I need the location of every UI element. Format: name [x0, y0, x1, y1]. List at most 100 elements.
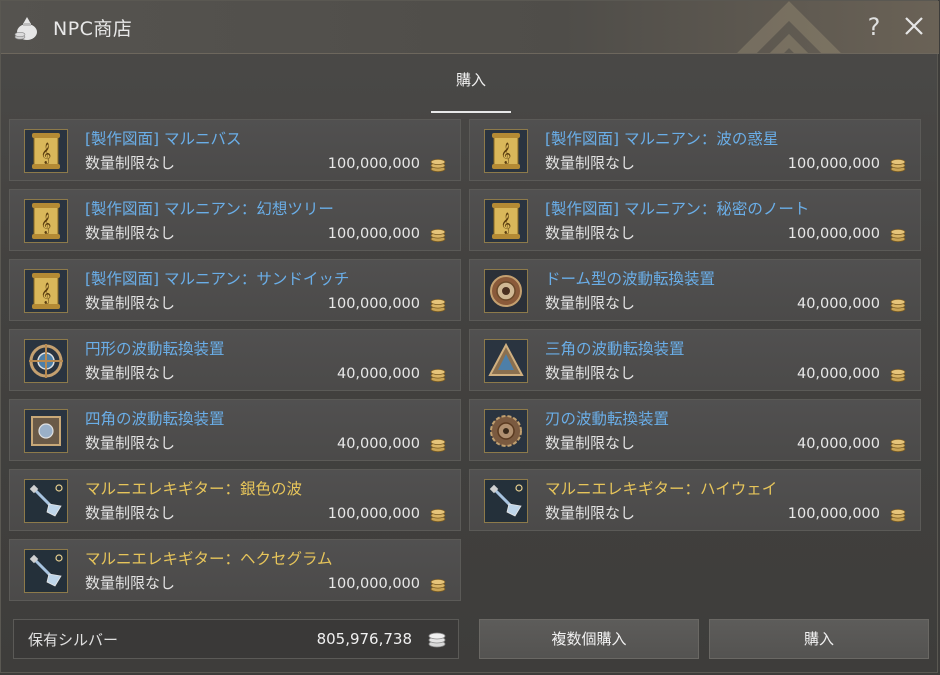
- coin-icon: [890, 369, 906, 382]
- coin-icon: [430, 299, 446, 312]
- item-name: [製作図面] マルニアン：サンドイッチ: [85, 270, 350, 288]
- shop-item[interactable]: 𝄞 [製作図面] マルニバス 数量制限なし 100,000,000: [9, 119, 461, 181]
- item-price: 100,000,000: [327, 506, 420, 522]
- item-price: 100,000,000: [787, 156, 880, 172]
- guitar-icon: [25, 550, 67, 592]
- shop-item[interactable]: マルニエレキギター：ハイウェイ 数量制限なし 100,000,000: [469, 469, 921, 531]
- item-price: 40,000,000: [336, 436, 420, 452]
- title-bar[interactable]: NPC商店 ?: [1, 1, 939, 54]
- dome-device-icon: [485, 270, 527, 312]
- shop-item[interactable]: マルニエレキギター：ヘクセグラム 数量制限なし 100,000,000: [9, 539, 461, 601]
- item-icon-frame: [24, 339, 68, 383]
- item-name: マルニエレキギター：ヘクセグラム: [85, 550, 333, 568]
- item-quantity-limit: 数量制限なし: [545, 294, 636, 312]
- close-icon[interactable]: [901, 13, 927, 39]
- shop-item[interactable]: マルニエレキギター：銀色の波 数量制限なし 100,000,000: [9, 469, 461, 531]
- shop-item[interactable]: 三角の波動転換装置 数量制限なし 40,000,000: [469, 329, 921, 391]
- coin-icon: [430, 579, 446, 592]
- square-device-icon: [25, 410, 67, 452]
- item-price: 100,000,000: [787, 226, 880, 242]
- shop-item[interactable]: 𝄞 [製作図面] マルニアン：秘密のノート 数量制限なし 100,000,000: [469, 189, 921, 251]
- item-name: [製作図面] マルニバス: [85, 130, 242, 148]
- item-icon-frame: 𝄞: [24, 129, 68, 173]
- item-quantity-limit: 数量制限なし: [545, 364, 636, 382]
- triangle-device-icon: [485, 340, 527, 382]
- item-icon-frame: 𝄞: [24, 269, 68, 313]
- silver-coin-icon: [428, 632, 446, 648]
- item-icon-frame: 𝄞: [484, 199, 528, 243]
- item-name: [製作図面] マルニアン：秘密のノート: [545, 200, 810, 218]
- guitar-icon: [25, 480, 67, 522]
- item-quantity-limit: 数量制限なし: [85, 224, 176, 242]
- shop-item[interactable]: 𝄞 [製作図面] マルニアン：幻想ツリー 数量制限なし 100,000,000: [9, 189, 461, 251]
- svg-text:𝄞: 𝄞: [501, 143, 512, 164]
- guitar-icon: [485, 480, 527, 522]
- svg-text:𝄞: 𝄞: [41, 213, 52, 234]
- blade-device-icon: [485, 410, 527, 452]
- shop-item[interactable]: 円形の波動転換装置 数量制限なし 40,000,000: [9, 329, 461, 391]
- scroll-icon: 𝄞: [25, 200, 67, 242]
- coin-icon: [890, 509, 906, 522]
- buy-button[interactable]: 購入: [709, 619, 929, 659]
- item-icon-frame: [484, 479, 528, 523]
- shop-item[interactable]: 刃の波動転換装置 数量制限なし 40,000,000: [469, 399, 921, 461]
- svg-text:𝄞: 𝄞: [501, 213, 512, 234]
- item-name: ドーム型の波動転換装置: [545, 270, 716, 288]
- money-bag-icon: [14, 17, 37, 40]
- active-tab-indicator: [431, 111, 511, 113]
- coin-icon: [430, 369, 446, 382]
- item-icon-frame: 𝄞: [24, 199, 68, 243]
- item-price: 40,000,000: [796, 296, 880, 312]
- item-icon-frame: [484, 269, 528, 313]
- bulk-buy-button[interactable]: 複数個購入: [479, 619, 699, 659]
- coin-icon: [430, 439, 446, 452]
- silver-label: 保有シルバー: [28, 631, 119, 649]
- coin-icon: [890, 229, 906, 242]
- tab-buy[interactable]: 購入: [431, 69, 511, 90]
- item-price: 100,000,000: [787, 506, 880, 522]
- item-price: 100,000,000: [327, 296, 420, 312]
- shop-item[interactable]: ドーム型の波動転換装置 数量制限なし 40,000,000: [469, 259, 921, 321]
- item-name: 刃の波動転換装置: [545, 410, 670, 428]
- item-icon-frame: 𝄞: [484, 129, 528, 173]
- item-price: 100,000,000: [327, 156, 420, 172]
- item-quantity-limit: 数量制限なし: [85, 364, 176, 382]
- item-name: マルニエレキギター：銀色の波: [85, 480, 303, 498]
- shop-item[interactable]: 𝄞 [製作図面] マルニアン：サンドイッチ 数量制限なし 100,000,000: [9, 259, 461, 321]
- item-quantity-limit: 数量制限なし: [85, 504, 176, 522]
- scroll-icon: 𝄞: [485, 130, 527, 172]
- item-quantity-limit: 数量制限なし: [85, 294, 176, 312]
- coin-icon: [430, 159, 446, 172]
- item-price: 100,000,000: [327, 226, 420, 242]
- item-name: マルニエレキギター：ハイウェイ: [545, 480, 778, 498]
- coin-icon: [890, 299, 906, 312]
- coin-icon: [430, 229, 446, 242]
- shop-item[interactable]: 四角の波動転換装置 数量制限なし 40,000,000: [9, 399, 461, 461]
- item-icon-frame: [24, 549, 68, 593]
- scroll-icon: 𝄞: [25, 270, 67, 312]
- coin-icon: [430, 509, 446, 522]
- item-quantity-limit: 数量制限なし: [545, 434, 636, 452]
- item-quantity-limit: 数量制限なし: [85, 154, 176, 172]
- title-decoration: [737, 1, 841, 53]
- item-name: 三角の波動転換装置: [545, 340, 685, 358]
- item-price: 40,000,000: [336, 366, 420, 382]
- circle-device-icon: [25, 340, 67, 382]
- item-name: [製作図面] マルニアン：幻想ツリー: [85, 200, 334, 218]
- shop-item[interactable]: 𝄞 [製作図面] マルニアン：波の惑星 数量制限なし 100,000,000: [469, 119, 921, 181]
- coin-icon: [890, 439, 906, 452]
- scroll-icon: 𝄞: [25, 130, 67, 172]
- svg-text:𝄞: 𝄞: [41, 143, 52, 164]
- item-quantity-limit: 数量制限なし: [85, 434, 176, 452]
- item-quantity-limit: 数量制限なし: [545, 154, 636, 172]
- silver-balance-box: 保有シルバー 805,976,738: [13, 619, 459, 659]
- help-button[interactable]: ?: [863, 13, 885, 41]
- item-name: [製作図面] マルニアン：波の惑星: [545, 130, 779, 148]
- item-price: 100,000,000: [327, 576, 420, 592]
- item-icon-frame: [24, 479, 68, 523]
- scroll-icon: 𝄞: [485, 200, 527, 242]
- item-name: 円形の波動転換装置: [85, 340, 225, 358]
- npc-shop-window: NPC商店 ? 購入 𝄞 [製作図面] マルニバス 数量制限なし 100,000…: [0, 0, 939, 673]
- item-price: 40,000,000: [796, 366, 880, 382]
- silver-value: 805,976,738: [316, 630, 412, 648]
